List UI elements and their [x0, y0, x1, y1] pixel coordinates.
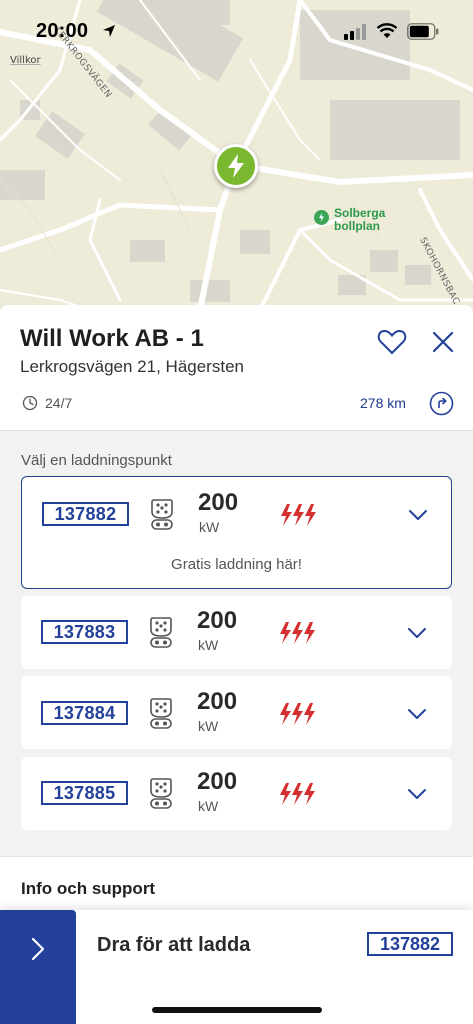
charge-point-card[interactable]: 137882 200 kW Gratis laddning här! — [21, 476, 452, 589]
charge-point-note: Gratis laddning här! — [171, 556, 302, 573]
ccs-connector-icon — [150, 698, 172, 729]
ccs-connector-icon — [151, 499, 173, 530]
chevron-down-icon[interactable] — [407, 627, 427, 639]
map-view[interactable]: Villkor LERKROGSVÄGEN SKOHORNSBAC Solber… — [0, 0, 473, 310]
opening-hours-text: 24/7 — [45, 395, 73, 411]
home-indicator[interactable] — [152, 1007, 322, 1013]
chevron-down-icon[interactable] — [407, 788, 427, 800]
opening-hours: 24/7 — [22, 395, 72, 411]
power-value: 200 — [197, 607, 238, 634]
slide-handle[interactable] — [0, 910, 76, 1024]
slide-to-charge-label: Dra för att ladda — [97, 934, 251, 956]
fast-charge-bolts-icon — [281, 504, 316, 526]
favorite-heart-icon[interactable] — [377, 327, 407, 357]
charging-station-pin[interactable] — [214, 144, 258, 188]
info-support-title: Info och support — [21, 879, 156, 898]
sports-icon — [314, 210, 329, 225]
power-unit: kW — [198, 718, 219, 734]
directions-icon[interactable] — [429, 391, 454, 416]
charge-point-section-label: Välj en laddningspunkt — [21, 452, 172, 469]
charge-point-card[interactable]: 137885 200 kW — [21, 757, 452, 830]
close-icon[interactable] — [430, 329, 456, 355]
charge-point-id-badge: 137884 — [41, 701, 128, 725]
power-value: 200 — [197, 688, 238, 715]
lightning-icon — [228, 154, 244, 178]
power-value: 200 — [197, 768, 238, 795]
ccs-connector-icon — [150, 778, 172, 809]
power-unit: kW — [199, 519, 220, 535]
chevron-right-icon — [31, 937, 45, 961]
charge-point-id-badge: 137885 — [41, 781, 128, 805]
charge-point-card[interactable]: 137884 200 kW — [21, 676, 452, 749]
power-unit: kW — [198, 637, 219, 653]
clock-icon — [22, 395, 38, 411]
cellular-signal-icon — [344, 24, 366, 40]
station-address: Lerkrogsvägen 21, Hägersten — [20, 357, 244, 376]
slide-to-charge-bar: Dra för att ladda 137882 — [0, 910, 473, 1024]
location-arrow-icon — [103, 25, 115, 37]
distance-text: 278 km — [360, 395, 406, 411]
poi-marker[interactable]: Solberga bollplan — [314, 207, 385, 233]
ccs-connector-icon — [150, 617, 172, 648]
chevron-down-icon[interactable] — [407, 708, 427, 720]
wifi-icon — [376, 23, 398, 38]
power-unit: kW — [198, 798, 219, 814]
fast-charge-bolts-icon — [280, 703, 315, 725]
status-bar: 20:00 — [0, 0, 473, 62]
fast-charge-bolts-icon — [280, 783, 315, 805]
charge-point-id-badge: 137882 — [42, 502, 129, 526]
status-time: 20:00 — [36, 20, 89, 42]
selected-charge-point-badge: 137882 — [367, 932, 453, 956]
poi-name-line2: bollplan — [334, 219, 380, 233]
power-value: 200 — [198, 489, 239, 516]
fast-charge-bolts-icon — [280, 622, 315, 644]
battery-icon — [407, 23, 439, 40]
station-header: Will Work AB - 1 Lerkrogsvägen 21, Häger… — [0, 305, 473, 431]
charge-point-id-badge: 137883 — [41, 620, 128, 644]
charge-point-card[interactable]: 137883 200 kW — [21, 596, 452, 669]
chevron-down-icon[interactable] — [408, 509, 428, 521]
